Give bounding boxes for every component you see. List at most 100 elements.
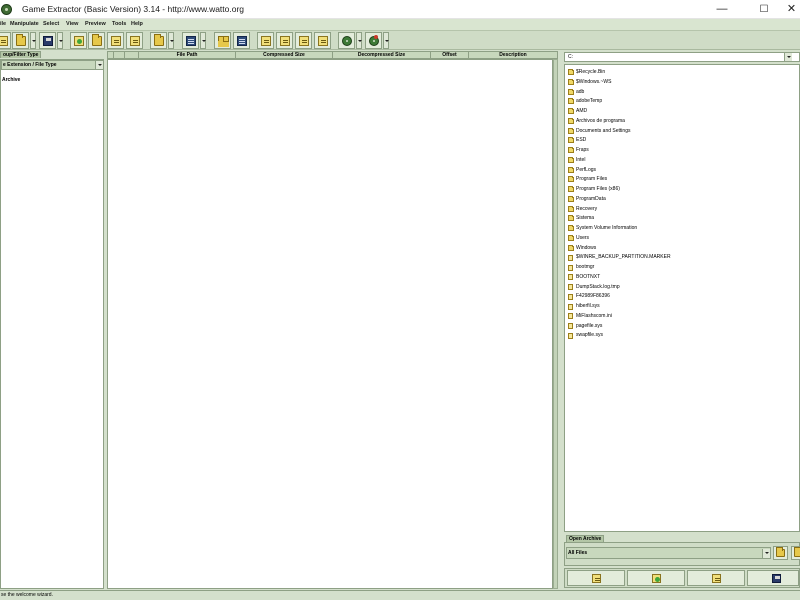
list-item[interactable]: PerfLogs [565,166,799,176]
list-item[interactable]: $Recycle.Bin [565,68,799,78]
open-archive-tab[interactable]: Open Archive [566,535,605,542]
add-to-archive-button[interactable] [627,570,685,586]
extract-all-button[interactable] [126,32,143,49]
list-item[interactable]: swapfile.sys [565,331,799,341]
folder-icon [568,215,574,222]
plugin-dropdown[interactable] [383,32,389,49]
list-item[interactable]: Program Files (x86) [565,185,799,195]
add-files-icon [74,36,84,46]
chevron-down-icon[interactable] [95,61,103,69]
table-col-type[interactable] [125,52,139,59]
list-item-label: AMD [576,108,588,114]
menu-preview[interactable]: Preview [85,21,106,27]
extract-here-button[interactable] [687,570,745,586]
table-col-decompressed-size[interactable]: Decompressed Size [333,52,431,59]
table-col-description[interactable]: Description [469,52,557,59]
table-view-button[interactable] [182,32,199,49]
open-archive-dropdown[interactable] [30,32,36,49]
list-item[interactable]: adobeTemp [565,97,799,107]
thumbnail-view-button[interactable] [214,32,231,49]
list-item[interactable]: Archivos de programa [565,117,799,127]
table-col-file-path[interactable]: File Path [139,52,236,59]
list-item[interactable]: Program Files [565,175,799,185]
menu-manipulate[interactable]: Manipulate [10,21,39,27]
folder-icon [568,176,574,183]
list-item[interactable]: Fraps [565,146,799,156]
list-item[interactable]: $WINRE_BACKUP_PARTITION.MARKER [565,253,799,263]
settings-button[interactable] [338,32,355,49]
list-item[interactable]: pagefile.sys [565,322,799,332]
select-all-button[interactable] [257,32,274,49]
file-type-combo[interactable]: e Extension / File Type [1,60,103,70]
list-item[interactable]: Sistema [565,214,799,224]
list-item[interactable]: BOOTNXT [565,273,799,283]
add-files-button[interactable] [70,32,87,49]
file-icon [568,254,573,261]
browse-folder-button[interactable] [773,546,788,560]
list-item[interactable]: ProgramData [565,195,799,205]
close-button[interactable]: ✕ [783,0,800,19]
open-archive-button[interactable] [12,32,29,49]
settings-dropdown[interactable] [356,32,362,49]
save-disk-icon [43,36,53,46]
list-item[interactable]: MiFlashscom.ini [565,312,799,322]
list-item[interactable]: F42989F86396 [565,292,799,302]
list-item[interactable]: Documents and Settings [565,127,799,137]
list-view-button[interactable] [233,32,250,49]
menu-file[interactable]: ile [0,21,6,27]
menu-tools[interactable]: Tools [112,21,126,27]
search-button[interactable] [314,32,331,49]
list-item[interactable]: Intel [565,156,799,166]
file-table-body[interactable] [107,59,558,589]
file-table-scrollbar[interactable] [552,59,558,589]
table-view-dropdown[interactable] [200,32,206,49]
list-item-label: adobeTemp [576,98,603,105]
list-item[interactable]: Windows [565,244,799,254]
open-file-button[interactable] [567,570,625,586]
file-icon [568,323,573,329]
extract-selected-icon [111,36,121,46]
minimize-button[interactable]: — [705,0,739,19]
save-archive-dropdown[interactable] [57,32,63,49]
menu-view[interactable]: View [66,21,78,27]
group-filter-tab[interactable]: oup/Filter Type [0,51,42,58]
add-archive-icon [652,574,661,583]
file-icon [568,313,573,320]
preview-button[interactable] [150,32,167,49]
list-item[interactable]: DumpStack.log.tmp [565,283,799,293]
file-filter-combo[interactable]: All Files [566,547,771,559]
list-item-label: adb [576,88,585,95]
extract-selected-button[interactable] [107,32,124,49]
plugin-button[interactable] [365,32,382,49]
menu-select[interactable]: Select [43,21,59,27]
chevron-down-icon[interactable] [762,549,770,558]
list-item[interactable]: Users [565,234,799,244]
new-folder-icon [794,547,800,557]
list-item[interactable]: AMD [565,107,799,117]
tree-root-archive[interactable]: Archive [2,77,20,83]
preview-dropdown[interactable] [168,32,174,49]
table-col-offset[interactable]: Offset [431,52,469,59]
drive-path-combo[interactable]: C: [564,52,800,62]
chevron-down-icon[interactable] [784,53,792,61]
menu-help[interactable]: Help [131,21,143,27]
new-archive-button[interactable] [0,32,11,49]
list-item[interactable]: hiberfil.sys [565,302,799,312]
select-none-button[interactable] [276,32,293,49]
list-item[interactable]: Recovery [565,205,799,215]
list-item[interactable]: ESD [565,136,799,146]
save-here-button[interactable] [747,570,799,586]
list-item[interactable]: System Volume Information [565,224,799,234]
scrollbar-thumb[interactable] [553,59,558,589]
table-col-check[interactable] [114,52,125,59]
list-item[interactable]: $Windows.~WS [565,78,799,88]
folder-icon [568,117,574,124]
remove-files-button[interactable] [88,32,105,49]
table-col-compressed-size[interactable]: Compressed Size [236,52,333,59]
save-archive-button[interactable] [39,32,56,49]
select-inverse-button[interactable] [295,32,312,49]
list-item[interactable]: adb [565,88,799,98]
maximize-button[interactable]: ☐ [747,0,781,19]
list-item[interactable]: bootmgr [565,263,799,273]
new-folder-button[interactable] [791,546,800,560]
